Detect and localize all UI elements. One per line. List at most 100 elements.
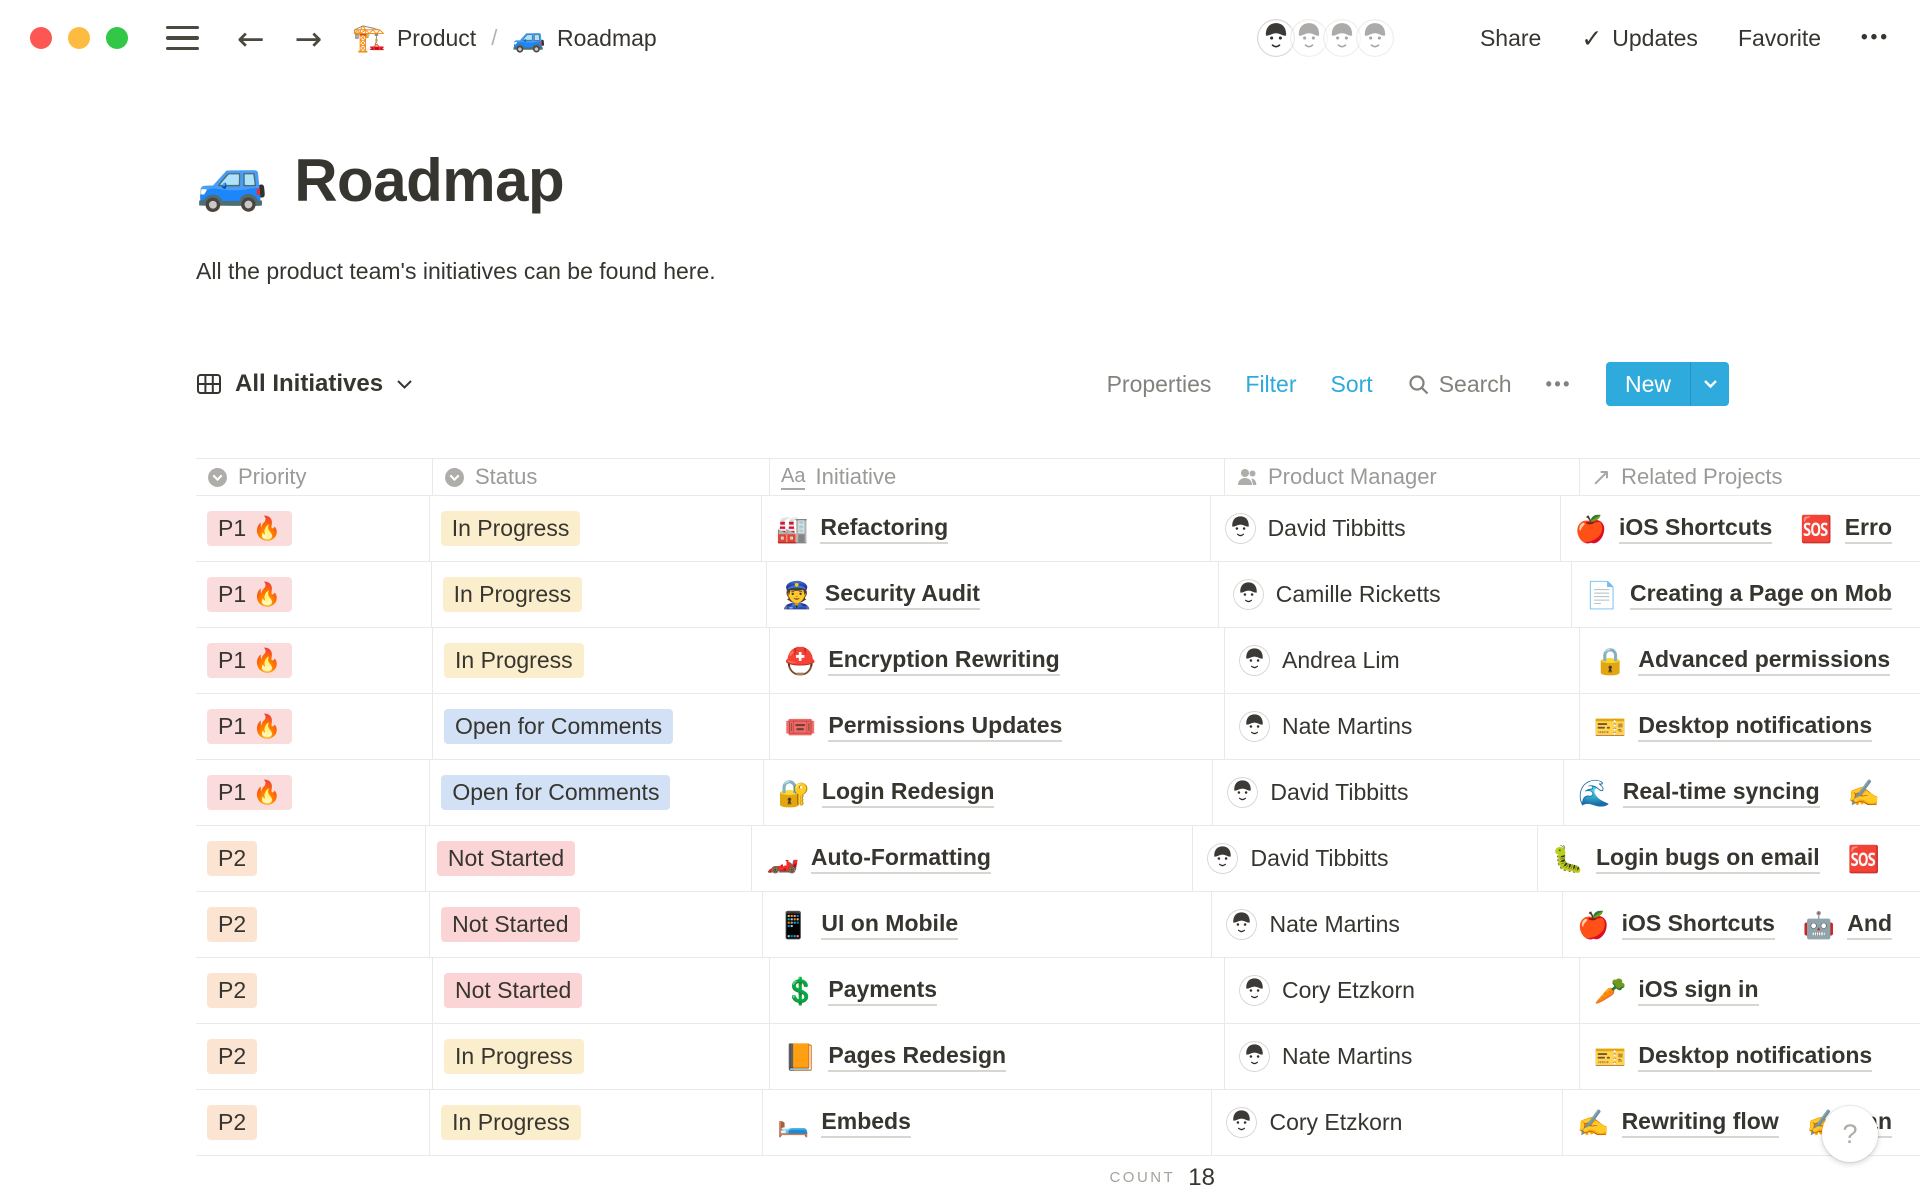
product-manager-cell[interactable]: Andrea Lim — [1225, 628, 1580, 693]
initiative-page-link[interactable]: Auto-Formatting — [811, 844, 991, 874]
priority-cell[interactable]: P2 — [196, 1090, 430, 1155]
back-arrow-icon[interactable]: ← — [237, 22, 265, 55]
related-page-link[interactable]: 🥕iOS sign in — [1594, 976, 1759, 1006]
product-manager-cell[interactable]: David Tibbitts — [1213, 760, 1564, 825]
initiative-cell[interactable]: 🔐 Login Redesign — [764, 760, 1214, 825]
initiative-page-link[interactable]: Refactoring — [820, 514, 948, 544]
initiative-page-link[interactable]: Embeds — [821, 1108, 910, 1138]
status-cell[interactable]: Open for Comments — [433, 694, 770, 759]
status-cell[interactable]: Not Started — [426, 826, 753, 891]
product-manager-cell[interactable]: Cory Etzkorn — [1212, 1090, 1563, 1155]
initiative-cell[interactable]: 📱 UI on Mobile — [763, 892, 1212, 957]
status-cell[interactable]: Not Started — [433, 958, 770, 1023]
related-page-link[interactable]: 🆘Erro — [1800, 514, 1892, 544]
page-title[interactable]: Roadmap — [294, 146, 564, 215]
breadcrumb-item-roadmap[interactable]: 🚙 Roadmap — [512, 25, 656, 52]
priority-cell[interactable]: P2 — [196, 1024, 433, 1089]
initiative-page-link[interactable]: Encryption Rewriting — [828, 646, 1059, 676]
page-description[interactable]: All the product team's initiatives can b… — [196, 258, 716, 285]
initiative-cell[interactable]: 📙 Pages Redesign — [770, 1024, 1225, 1089]
sort-button[interactable]: Sort — [1331, 371, 1373, 398]
close-window-button[interactable] — [30, 27, 52, 49]
related-page-link[interactable]: 🎫Desktop notifications — [1594, 1042, 1872, 1072]
column-header-priority[interactable]: Priority — [196, 459, 433, 495]
related-page-link[interactable]: 🍎iOS Shortcuts — [1577, 910, 1775, 940]
priority-cell[interactable]: P2 — [196, 826, 426, 891]
zoom-window-button[interactable] — [106, 27, 128, 49]
status-cell[interactable]: Not Started — [430, 892, 763, 957]
page-icon-car[interactable]: 🚙 — [196, 152, 268, 210]
initiative-page-link[interactable]: Login Redesign — [822, 778, 995, 808]
related-projects-cell[interactable]: 🍎iOS Shortcuts 🤖And — [1563, 892, 1920, 957]
status-cell[interactable]: Open for Comments — [430, 760, 763, 825]
product-manager-cell[interactable]: David Tibbitts — [1193, 826, 1537, 891]
column-header-product-manager[interactable]: Product Manager — [1225, 459, 1580, 495]
related-page-link[interactable]: 🎫Desktop notifications — [1594, 712, 1872, 742]
initiative-cell[interactable]: 🏎️ Auto-Formatting — [752, 826, 1193, 891]
related-projects-cell[interactable]: 📄Creating a Page on Mob — [1572, 562, 1920, 627]
related-page-link[interactable]: ✍️ — [1848, 780, 1892, 806]
product-manager-cell[interactable]: David Tibbitts — [1211, 496, 1561, 561]
status-cell[interactable]: In Progress — [432, 562, 767, 627]
view-more-options-icon[interactable]: ••• — [1546, 374, 1572, 395]
view-switcher[interactable]: All Initiatives — [196, 370, 413, 398]
favorite-button[interactable]: Favorite — [1738, 25, 1821, 52]
initiative-page-link[interactable]: UI on Mobile — [821, 910, 958, 940]
related-page-link[interactable]: ✍️Rewriting flow — [1577, 1108, 1779, 1138]
initiative-cell[interactable]: 🏭 Refactoring — [762, 496, 1211, 561]
column-header-initiative[interactable]: Aa Initiative — [770, 459, 1225, 495]
priority-cell[interactable]: P1 🔥 — [196, 694, 433, 759]
initiative-cell[interactable]: ⛑️ Encryption Rewriting — [770, 628, 1225, 693]
product-manager-cell[interactable]: Nate Martins — [1212, 892, 1563, 957]
status-cell[interactable]: In Progress — [430, 496, 762, 561]
priority-cell[interactable]: P1 🔥 — [196, 628, 433, 693]
related-page-link[interactable]: 🔒Advanced permissions — [1594, 646, 1890, 676]
related-projects-cell[interactable]: 🍎iOS Shortcuts 🆘Erro — [1561, 496, 1920, 561]
initiative-page-link[interactable]: Payments — [828, 976, 937, 1006]
forward-arrow-icon[interactable]: → — [295, 22, 323, 55]
related-page-link[interactable]: 🍎iOS Shortcuts — [1575, 514, 1773, 544]
related-projects-cell[interactable]: 🎫Desktop notifications — [1580, 1024, 1920, 1089]
product-manager-cell[interactable]: Nate Martins — [1225, 1024, 1580, 1089]
related-page-link[interactable]: 📄Creating a Page on Mob — [1586, 580, 1892, 610]
initiative-page-link[interactable]: Pages Redesign — [828, 1042, 1006, 1072]
new-button[interactable]: New — [1606, 362, 1729, 406]
initiative-page-link[interactable]: Permissions Updates — [828, 712, 1062, 742]
filter-button[interactable]: Filter — [1245, 371, 1296, 398]
related-page-link[interactable]: 🆘 — [1848, 846, 1892, 872]
more-options-icon[interactable]: ••• — [1861, 27, 1890, 49]
related-projects-cell[interactable]: 🔒Advanced permissions — [1580, 628, 1920, 693]
column-header-related-projects[interactable]: ↗ Related Projects — [1580, 459, 1920, 495]
priority-cell[interactable]: P1 🔥 — [196, 562, 432, 627]
initiative-page-link[interactable]: Security Audit — [825, 580, 980, 610]
breadcrumb-item-product[interactable]: 🏗️ Product — [352, 25, 476, 52]
column-header-status[interactable]: Status — [433, 459, 770, 495]
initiative-cell[interactable]: 💲 Payments — [770, 958, 1225, 1023]
new-dropdown-button[interactable] — [1691, 362, 1729, 406]
priority-cell[interactable]: P1 🔥 — [196, 760, 430, 825]
related-projects-cell[interactable]: 🎫Desktop notifications — [1580, 694, 1920, 759]
priority-cell[interactable]: P2 — [196, 892, 430, 957]
related-projects-cell[interactable]: 🥕iOS sign in — [1580, 958, 1920, 1023]
related-page-link[interactable]: 🌊Real-time syncing — [1578, 778, 1819, 808]
initiative-cell[interactable]: 🛏️ Embeds — [763, 1090, 1212, 1155]
related-page-link[interactable]: 🤖And — [1803, 910, 1892, 940]
updates-button[interactable]: ✓ Updates — [1581, 24, 1698, 53]
status-cell[interactable]: In Progress — [433, 1024, 770, 1089]
sidebar-menu-icon[interactable] — [166, 26, 199, 51]
status-cell[interactable]: In Progress — [430, 1090, 763, 1155]
initiative-cell[interactable]: 👮 Security Audit — [767, 562, 1219, 627]
product-manager-cell[interactable]: Camille Ricketts — [1219, 562, 1572, 627]
share-button[interactable]: Share — [1480, 25, 1541, 52]
priority-cell[interactable]: P1 🔥 — [196, 496, 430, 561]
search-button[interactable]: Search — [1407, 371, 1512, 398]
minimize-window-button[interactable] — [68, 27, 90, 49]
table-footer-count[interactable]: COUNT 18 — [196, 1155, 1225, 1200]
priority-cell[interactable]: P2 — [196, 958, 433, 1023]
product-manager-cell[interactable]: Nate Martins — [1225, 694, 1580, 759]
related-projects-cell[interactable]: 🌊Real-time syncing ✍️ — [1564, 760, 1920, 825]
help-button[interactable]: ? — [1822, 1106, 1878, 1162]
related-page-link[interactable]: 🐛Login bugs on email — [1552, 844, 1820, 874]
properties-button[interactable]: Properties — [1107, 371, 1212, 398]
initiative-cell[interactable]: 🎟️ Permissions Updates — [770, 694, 1225, 759]
